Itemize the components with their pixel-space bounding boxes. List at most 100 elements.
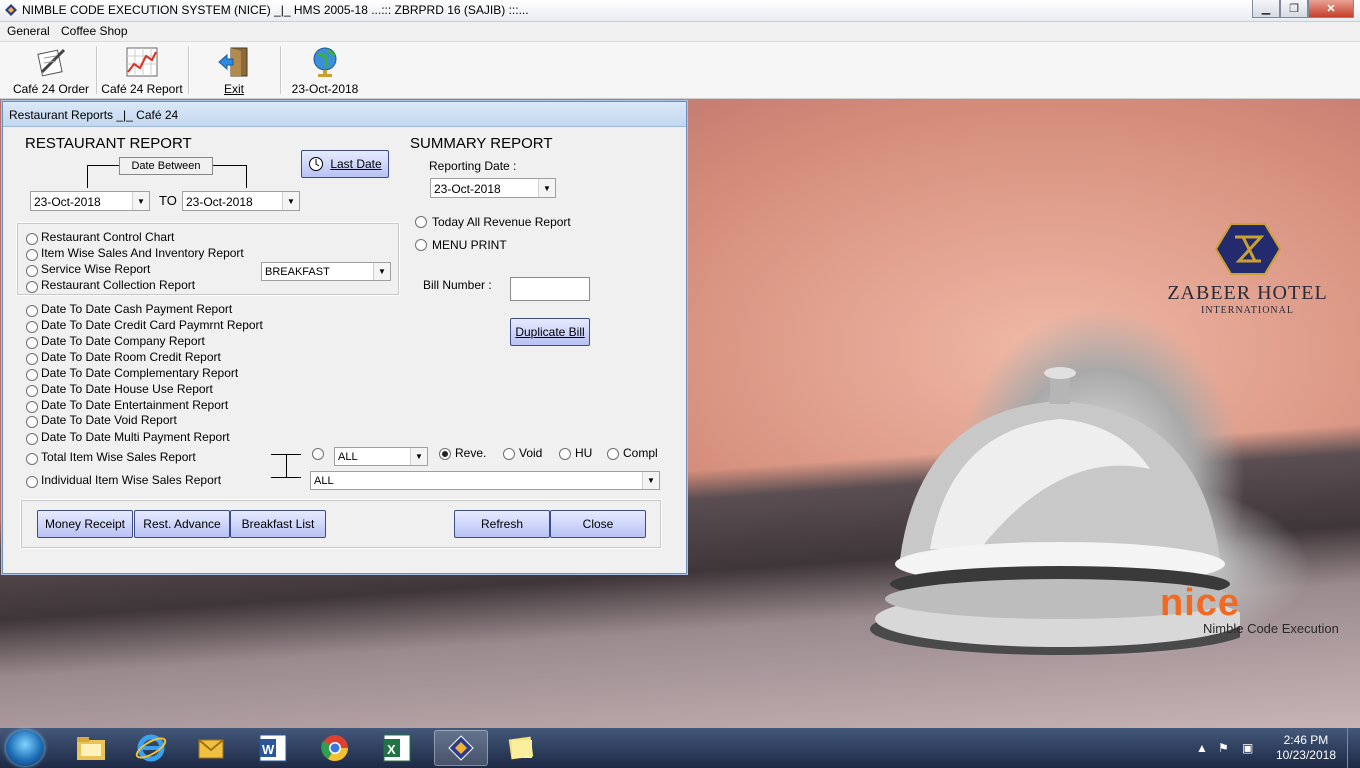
chart-report-icon — [126, 47, 158, 77]
radio-credit-card-payment[interactable] — [26, 321, 38, 333]
from-date-picker[interactable]: 23-Oct-2018 ▼ — [30, 191, 150, 211]
item-select-value: ALL — [314, 475, 334, 487]
to-date-picker[interactable]: 23-Oct-2018 ▼ — [182, 191, 300, 211]
connector-line — [286, 454, 287, 478]
refresh-button[interactable]: Refresh — [454, 510, 550, 538]
radio-void-report[interactable] — [26, 416, 38, 428]
toolbar: Café 24 Order Café 24 Report Exit 23-Oct… — [0, 42, 1360, 99]
company-report-label: Date To Date Company Report — [41, 334, 205, 348]
outlook-icon[interactable] — [186, 730, 236, 766]
radio-type-revenue[interactable] — [439, 448, 451, 460]
radio-individual-item-wise[interactable] — [26, 476, 38, 488]
void-report-label: Date To Date Void Report — [41, 413, 177, 427]
rest-advance-button[interactable]: Rest. Advance — [134, 510, 230, 538]
excel-icon[interactable]: X — [372, 730, 422, 766]
chevron-down-icon[interactable]: ▼ — [538, 179, 555, 197]
close-button[interactable]: Close — [550, 510, 646, 538]
title-bar: NIMBLE CODE EXECUTION SYSTEM (NICE) _|_ … — [0, 0, 1360, 22]
chevron-down-icon[interactable]: ▼ — [642, 472, 659, 489]
radio-company-report[interactable] — [26, 337, 38, 349]
last-date-button[interactable]: Last Date — [301, 150, 389, 178]
reporting-date-picker[interactable]: 23-Oct-2018 ▼ — [430, 178, 556, 198]
clock-icon — [309, 157, 324, 171]
radio-type-hu[interactable] — [559, 448, 571, 460]
sticky-notes-icon[interactable] — [496, 730, 546, 766]
type-void-label: Void — [519, 446, 543, 460]
cafe-order-button[interactable]: Café 24 Order — [8, 44, 94, 96]
radio-today-revenue[interactable] — [415, 216, 427, 228]
radio-type-void[interactable] — [503, 448, 515, 460]
menu-coffee-shop[interactable]: Coffee Shop — [61, 24, 128, 38]
exit-label: Exit — [223, 82, 244, 96]
date-button[interactable]: 23-Oct-2018 — [286, 44, 364, 96]
explorer-icon[interactable] — [66, 730, 116, 766]
radio-restaurant-control-chart[interactable] — [26, 233, 38, 245]
radio-type-compl[interactable] — [607, 448, 619, 460]
show-desktop-button[interactable] — [1347, 728, 1360, 768]
radio-complementary[interactable] — [26, 369, 38, 381]
exit-button[interactable]: Exit — [196, 44, 272, 96]
radio-room-credit[interactable] — [26, 353, 38, 365]
restaurant-reports-dialog: Restaurant Reports _|_ Café 24 RESTAURAN… — [2, 101, 687, 574]
internet-explorer-icon[interactable] — [126, 730, 176, 766]
action-center-flag-icon[interactable]: ⚑ — [1218, 741, 1229, 755]
nice-logo: nice — [1160, 582, 1241, 624]
radio-total-item-wise[interactable] — [26, 453, 38, 465]
chevron-down-icon[interactable]: ▼ — [132, 192, 149, 210]
clock-time: 2:46 PM — [1283, 733, 1329, 747]
close-window-button[interactable]: ✕ — [1308, 0, 1354, 18]
filter-select-value: ALL — [338, 451, 358, 463]
exit-door-icon — [218, 47, 248, 77]
radio-item-wise-sales-inventory[interactable] — [26, 249, 38, 261]
meal-select[interactable]: BREAKFAST ▼ — [261, 262, 391, 281]
hotel-logo-icon — [1214, 223, 1281, 275]
total-item-wise-label: Total Item Wise Sales Report — [41, 450, 196, 464]
chevron-down-icon[interactable]: ▼ — [410, 448, 427, 465]
breakfast-list-button[interactable]: Breakfast List — [230, 510, 326, 538]
menu-general[interactable]: General — [7, 24, 50, 38]
taskbar: W X ▲ ⚑ ▣ 2:46 PM 10/23/2018 — [0, 728, 1360, 768]
cafe-order-label: Café 24 Order — [12, 82, 90, 96]
meal-select-value: BREAKFAST — [265, 266, 330, 278]
start-button[interactable] — [6, 730, 44, 766]
pen-paper-icon — [37, 48, 66, 77]
chevron-down-icon[interactable]: ▼ — [373, 263, 390, 280]
money-receipt-button[interactable]: Money Receipt — [37, 510, 133, 538]
restaurant-control-chart-label: Restaurant Control Chart — [41, 230, 175, 244]
radio-service-wise-report[interactable] — [26, 265, 38, 277]
type-compl-label: Compl — [623, 446, 658, 460]
connector-line — [271, 477, 301, 478]
restore-button[interactable]: ❐ — [1280, 0, 1308, 18]
type-revenue-label: Reve. — [455, 446, 487, 460]
bill-number-input[interactable] — [510, 277, 590, 301]
chevron-down-icon[interactable]: ▼ — [282, 192, 299, 210]
menu-print-label: MENU PRINT — [432, 238, 507, 252]
individual-item-wise-label: Individual Item Wise Sales Report — [41, 473, 222, 487]
chrome-icon[interactable] — [310, 730, 360, 766]
network-icon[interactable]: ▣ — [1242, 741, 1253, 755]
radio-multi-payment[interactable] — [26, 433, 38, 445]
item-wise-sales-inventory-label: Item Wise Sales And Inventory Report — [41, 246, 244, 260]
room-credit-label: Date To Date Room Credit Report — [41, 350, 221, 364]
filter-select[interactable]: ALL ▼ — [334, 447, 428, 466]
nice-tagline: Nimble Code Execution — [1203, 621, 1339, 636]
duplicate-bill-button[interactable]: Duplicate Bill — [510, 318, 590, 346]
to-label: TO — [159, 193, 177, 208]
system-clock[interactable]: 2:46 PM 10/23/2018 — [1276, 733, 1336, 763]
radio-entertainment[interactable] — [26, 401, 38, 413]
multi-payment-label: Date To Date Multi Payment Report — [41, 430, 230, 444]
cafe-report-button[interactable]: Café 24 Report — [100, 44, 184, 96]
dialog-title: Restaurant Reports _|_ Café 24 — [9, 108, 179, 122]
radio-restaurant-collection-report[interactable] — [26, 281, 38, 293]
radio-cash-payment[interactable] — [26, 305, 38, 317]
date-label: 23-Oct-2018 — [291, 82, 359, 96]
tray-expand-icon[interactable]: ▲ — [1196, 741, 1208, 755]
word-icon[interactable]: W — [248, 730, 298, 766]
radio-house-use[interactable] — [26, 385, 38, 397]
minimize-button[interactable]: ▁ — [1252, 0, 1280, 18]
summary-report-heading: SUMMARY REPORT — [410, 135, 553, 152]
radio-menu-print[interactable] — [415, 239, 427, 251]
item-select[interactable]: ALL ▼ — [310, 471, 660, 490]
radio-filter[interactable] — [312, 448, 324, 460]
nice-app-taskbar-icon[interactable] — [434, 730, 488, 766]
